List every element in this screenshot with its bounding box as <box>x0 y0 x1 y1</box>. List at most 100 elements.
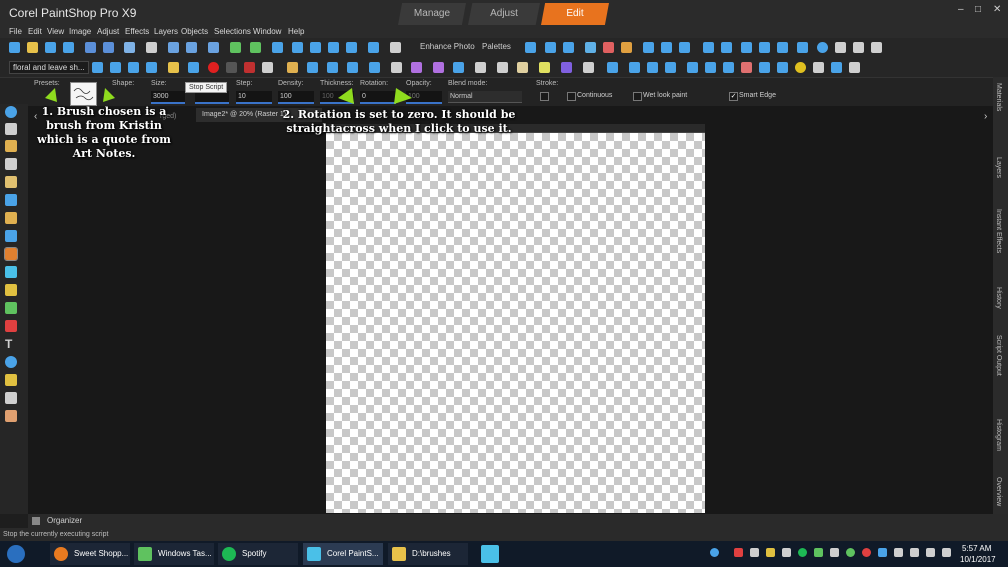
menu-file[interactable]: File <box>9 27 22 36</box>
photo-icon[interactable] <box>831 62 842 73</box>
tray-icon-1[interactable] <box>734 548 743 557</box>
scroll-right-icon[interactable]: › <box>984 111 987 122</box>
layout-icon[interactable] <box>721 42 732 53</box>
taskbar-spotify[interactable]: Spotify <box>218 543 298 565</box>
window-icon[interactable] <box>741 42 752 53</box>
script-output-tab[interactable]: Script Output <box>995 335 1002 376</box>
crop-tool-icon[interactable] <box>5 176 17 188</box>
info-icon[interactable] <box>272 42 283 53</box>
materials-tab[interactable]: Materials <box>995 83 1002 111</box>
start-button[interactable] <box>7 545 25 563</box>
blue-square-icon[interactable] <box>629 62 640 73</box>
save-as-icon[interactable] <box>103 42 114 53</box>
minimize-button[interactable]: – <box>958 4 964 15</box>
clock-time[interactable]: 5:57 AM <box>962 544 991 553</box>
mask-icon[interactable] <box>835 42 846 53</box>
histogram-icon[interactable] <box>563 42 574 53</box>
save-icon[interactable] <box>85 42 96 53</box>
pick-tool-icon[interactable] <box>5 123 17 135</box>
tray-icon-4[interactable] <box>782 548 791 557</box>
menu-help[interactable]: Help <box>288 27 304 36</box>
wet-look-checkbox[interactable] <box>633 92 642 101</box>
tray-icon-7[interactable] <box>846 548 855 557</box>
smudge-tool-icon[interactable] <box>5 302 17 314</box>
blue-square2-icon[interactable] <box>647 62 658 73</box>
zoom-tool-icon[interactable] <box>5 106 17 118</box>
star3-icon[interactable] <box>433 62 444 73</box>
dropper-tool-icon[interactable] <box>5 158 17 170</box>
straighten-tool-icon[interactable] <box>5 194 17 206</box>
close-button[interactable]: ✕ <box>993 4 1001 15</box>
screenshot-icon[interactable] <box>368 42 379 53</box>
lighten-tool-icon[interactable] <box>5 284 17 296</box>
stop-script-icon[interactable] <box>244 62 255 73</box>
curves-icon[interactable] <box>545 42 556 53</box>
frame-icon[interactable] <box>797 42 808 53</box>
star-icon[interactable] <box>391 62 402 73</box>
size-field[interactable]: 3000 <box>151 91 185 104</box>
picture-tube-tool-icon[interactable] <box>5 410 17 422</box>
warp-tool-icon[interactable] <box>5 392 17 404</box>
monitor-icon[interactable] <box>607 62 618 73</box>
edit-script-icon[interactable] <box>110 62 121 73</box>
step-field[interactable]: 10 <box>236 91 272 104</box>
makeover-tool-icon[interactable] <box>5 230 17 242</box>
menu-adjust[interactable]: Adjust <box>97 27 119 36</box>
eraser-icon[interactable] <box>621 42 632 53</box>
external-icon[interactable] <box>208 42 219 53</box>
undo-icon[interactable] <box>168 42 179 53</box>
expand-icon[interactable] <box>871 42 882 53</box>
menu-selections[interactable]: Selections <box>214 27 251 36</box>
volume-icon[interactable] <box>926 548 935 557</box>
tray-icon-6[interactable] <box>830 548 839 557</box>
spotify-tray-icon[interactable] <box>798 548 807 557</box>
stripes-icon[interactable] <box>849 62 860 73</box>
taskbar-explorer[interactable]: D:\brushes <box>388 543 468 565</box>
snowflake-icon[interactable] <box>878 548 887 557</box>
taskbar-firefox[interactable]: Sweet Shopp... <box>50 543 130 565</box>
blue-square3-icon[interactable] <box>665 62 676 73</box>
gear4-icon[interactable] <box>347 62 358 73</box>
text-tool-icon[interactable]: T <box>5 338 17 350</box>
tile-icon[interactable] <box>759 42 770 53</box>
cube2-icon[interactable] <box>539 62 550 73</box>
globe-icon[interactable] <box>585 42 596 53</box>
smart-edge-checkbox[interactable]: ✓ <box>729 92 738 101</box>
palettes-menu[interactable]: Palettes <box>482 42 511 51</box>
open-icon[interactable] <box>27 42 38 53</box>
cube4-icon[interactable] <box>583 62 594 73</box>
clock-date[interactable]: 10/1/2017 <box>960 555 996 564</box>
blend-mode-select[interactable]: Normal <box>448 91 522 103</box>
levels-icon[interactable] <box>525 42 536 53</box>
taskbar-paintshop[interactable]: Corel PaintS... <box>303 543 383 565</box>
save-script-icon[interactable] <box>262 62 273 73</box>
brush2-icon[interactable] <box>759 62 770 73</box>
pause-icon[interactable] <box>226 62 237 73</box>
tray-icon-3[interactable] <box>766 548 775 557</box>
actual-size-icon[interactable] <box>310 42 321 53</box>
paint-brush-tool-icon[interactable] <box>4 247 18 261</box>
overview-tab[interactable]: Overview <box>995 477 1002 506</box>
instant-effects-tab[interactable]: Instant Effects <box>995 209 1002 253</box>
play-icon[interactable] <box>188 62 199 73</box>
gear2-icon[interactable] <box>307 62 318 73</box>
organizer-label[interactable]: Organizer <box>47 516 82 525</box>
stroke-checkbox[interactable] <box>540 92 549 101</box>
redo-icon[interactable] <box>186 42 197 53</box>
gear5-icon[interactable] <box>369 62 380 73</box>
menu-layers[interactable]: Layers <box>154 27 178 36</box>
selection-tool-icon[interactable] <box>5 140 17 152</box>
network-icon[interactable] <box>910 548 919 557</box>
menu-objects[interactable]: Objects <box>181 27 208 36</box>
pencil-icon[interactable] <box>723 62 734 73</box>
zoom-out-icon[interactable] <box>328 42 339 53</box>
taskbar-task-manager[interactable]: Windows Tas... <box>134 543 214 565</box>
star2-icon[interactable] <box>411 62 422 73</box>
cube3-icon[interactable] <box>561 62 572 73</box>
eraser-tool-icon[interactable] <box>5 320 17 332</box>
fit-icon[interactable] <box>292 42 303 53</box>
palette-icon[interactable] <box>777 62 788 73</box>
zoom-in-icon[interactable] <box>346 42 357 53</box>
print-icon[interactable] <box>146 42 157 53</box>
tab-edit[interactable]: Edit <box>541 3 609 25</box>
